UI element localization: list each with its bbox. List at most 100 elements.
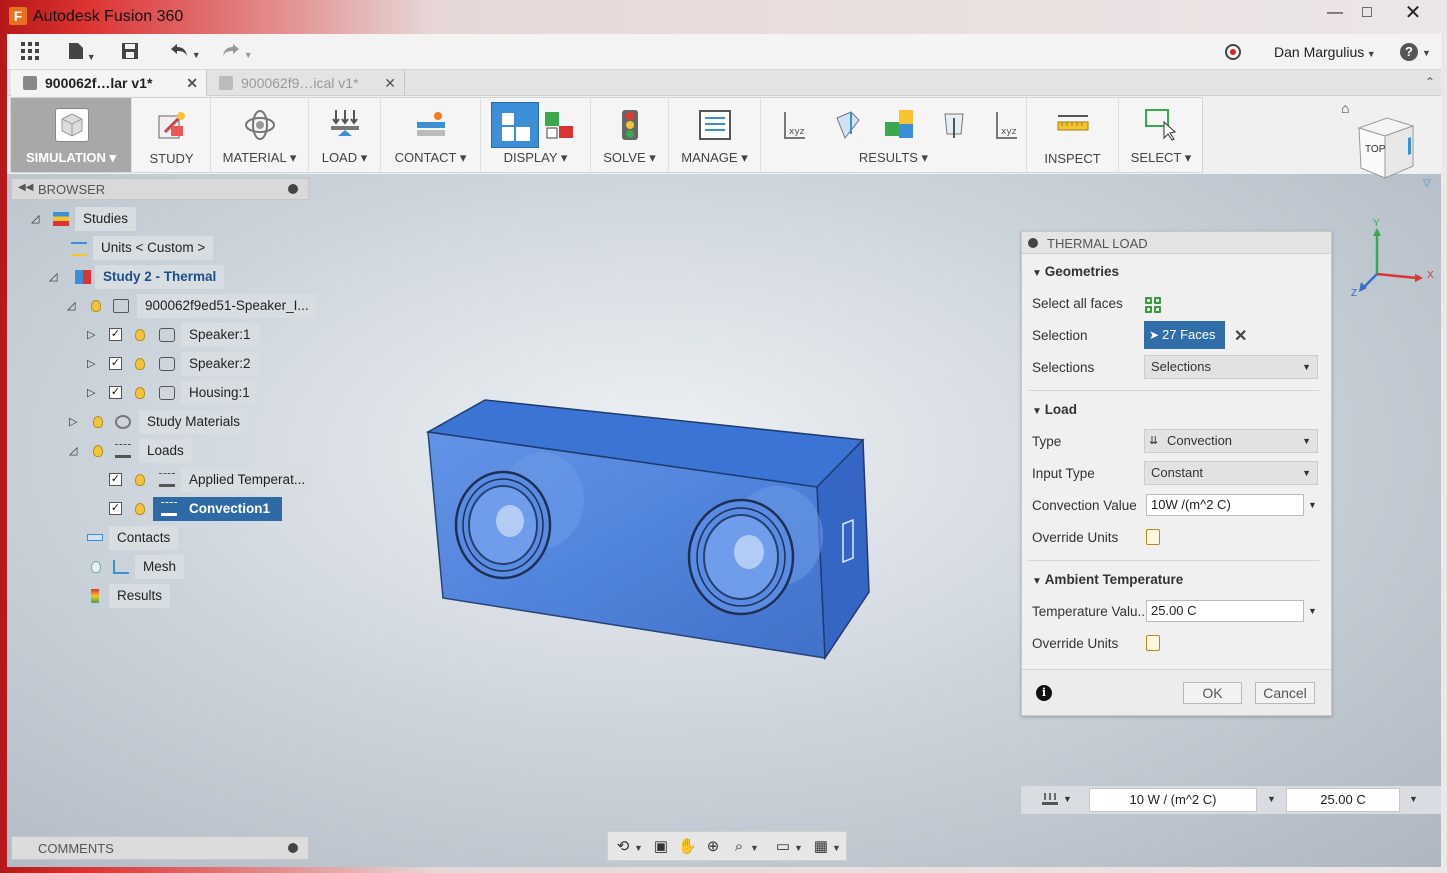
app-grid-icon[interactable] [19,42,41,62]
study-button[interactable]: STUDY [133,98,211,172]
visibility-checkbox[interactable]: ✓ [109,328,122,341]
document-tab-active[interactable]: 900062f…lar v1* ✕ [11,70,207,96]
fit-zoom-icon[interactable]: ⌕ [730,838,748,856]
home-view-icon[interactable]: ⌂ [1341,100,1349,116]
visibility-checkbox[interactable]: ✓ [109,502,122,515]
tree-item-studies[interactable]: ◿ Studies [27,207,137,231]
undo-icon[interactable]: ▼ [165,42,205,62]
visibility-checkbox[interactable]: ✓ [109,473,122,486]
help-dropdown-icon[interactable]: ▼ [1422,48,1431,58]
expand-triangle-icon[interactable]: ▷ [69,417,79,428]
redo-icon[interactable]: ▼ [217,42,257,62]
file-menu-icon[interactable]: ▼ [65,42,99,62]
info-icon[interactable]: i [1036,685,1052,701]
minimize-button[interactable]: — [1320,2,1350,24]
temperature-value-field[interactable]: 25.00 C [1286,788,1400,812]
grid-settings-icon[interactable]: ▦ [812,838,830,856]
help-icon[interactable]: ? [1400,43,1418,61]
temperature-value-input[interactable]: 25.00 C [1146,600,1304,622]
close-tab-icon[interactable]: ✕ [384,70,396,96]
tree-item-component[interactable]: ◿ 900062f9ed51-Speaker_I... [63,294,317,318]
tree-item-housing1[interactable]: ▷ ✓ Housing:1 [83,381,258,405]
results-menu[interactable]: xyz xyz RESULTS ▾ [761,98,1027,172]
tree-item-contacts[interactable]: Contacts [83,526,179,550]
collapse-toolbar-icon[interactable]: ⌃ [1425,75,1435,89]
convection-value-input[interactable]: 10W /(m^2 C) [1146,494,1304,516]
visibility-bulb-off-icon[interactable] [91,561,101,573]
temperature-unit-dropdown-icon[interactable]: ▼ [1308,606,1317,616]
input-type-dropdown[interactable]: Constant ▼ [1144,461,1318,485]
ambient-section-toggle[interactable]: Ambient Temperature [1032,572,1184,587]
override-units-icon[interactable] [1146,529,1160,545]
visibility-bulb-icon[interactable] [93,416,103,428]
selection-button[interactable]: ➤ 27 Faces [1144,321,1225,349]
manage-menu[interactable]: MANAGE ▾ [669,98,761,172]
browser-pin-icon[interactable] [288,184,298,194]
display-menu[interactable]: DISPLAY ▾ [481,98,591,172]
dialog-header[interactable]: THERMAL LOAD [1022,232,1331,254]
expand-triangle-icon[interactable]: ◿ [69,446,79,457]
zoom-icon[interactable]: ⊕ [704,838,722,856]
viewcube-menu-icon[interactable]: ▽ [1423,178,1431,189]
type-dropdown[interactable]: ⇊ Convection ▼ [1144,429,1318,453]
select-all-faces-icon[interactable] [1145,297,1161,313]
save-icon[interactable] [119,42,141,62]
look-at-icon[interactable]: ▣ [652,838,670,856]
load-menu[interactable]: LOAD ▾ [309,98,381,172]
add-comment-icon[interactable] [288,843,298,853]
expand-triangle-icon[interactable]: ▷ [87,330,97,341]
pan-hand-icon[interactable]: ✋ [678,838,697,856]
viewcube[interactable]: TOP [1353,114,1417,182]
tree-item-speaker1[interactable]: ▷ ✓ Speaker:1 [83,323,259,347]
tree-item-study-materials[interactable]: ▷ Study Materials [65,410,249,434]
visibility-bulb-icon[interactable] [91,300,101,312]
expand-triangle-icon[interactable]: ▷ [87,388,97,399]
load-type-dropdown-icon[interactable]: ▼ [1063,794,1072,804]
convection-unit-dropdown-icon[interactable]: ▼ [1308,500,1317,510]
user-account-menu[interactable]: Dan Margulius ▼ [1274,44,1376,60]
display-dropdown-icon[interactable]: ▼ [794,843,803,853]
workspace-switcher[interactable]: SIMULATION ▾ [11,98,132,172]
orbit-icon[interactable]: ⟲ [614,838,632,856]
tree-item-convection1[interactable]: ✓ Convection1 [103,497,283,521]
document-tab[interactable]: 900062f9…ical v1* ✕ [207,70,405,96]
load-section-toggle[interactable]: Load [1032,402,1077,417]
visibility-bulb-icon[interactable] [93,445,103,457]
override-units-icon[interactable] [1146,635,1160,651]
expand-triangle-icon[interactable]: ◿ [49,272,59,283]
tree-item-units[interactable]: Units < Custom > [67,236,214,260]
tree-item-applied-temperature[interactable]: ✓ Applied Temperat... [103,468,314,492]
expand-triangle-icon[interactable]: ◿ [67,301,77,312]
collapse-browser-icon[interactable]: ◀◀ [18,182,33,193]
geometries-section-toggle[interactable]: Geometries [1032,264,1119,279]
browser-panel-header[interactable]: ◀◀ BROWSER [11,178,309,200]
tree-item-speaker2[interactable]: ▷ ✓ Speaker:2 [83,352,259,376]
expand-triangle-icon[interactable]: ◿ [31,214,41,225]
tree-item-loads[interactable]: ◿ Loads [65,439,192,463]
tree-item-results[interactable]: Results [83,584,171,608]
tree-item-mesh[interactable]: Mesh [83,555,185,579]
inspect-menu[interactable]: INSPECT [1027,98,1119,172]
temperature-unit-dropdown-icon[interactable]: ▼ [1409,794,1418,804]
dialog-collapse-icon[interactable] [1028,238,1038,248]
visibility-bulb-icon[interactable] [135,387,145,399]
select-menu[interactable]: SELECT ▾ [1119,98,1203,172]
expand-triangle-icon[interactable]: ▷ [87,359,97,370]
close-window-button[interactable]: ✕ [1398,2,1428,24]
cancel-button[interactable]: Cancel [1255,682,1315,704]
tree-item-study2[interactable]: ◿ Study 2 - Thermal [45,265,225,289]
display-settings-icon[interactable]: ▭ [774,838,792,856]
solve-menu[interactable]: SOLVE ▾ [591,98,669,172]
selections-dropdown[interactable]: Selections ▼ [1144,355,1318,379]
zoom-dropdown-icon[interactable]: ▼ [750,843,759,853]
grid-dropdown-icon[interactable]: ▼ [832,843,841,853]
visibility-bulb-icon[interactable] [135,358,145,370]
close-tab-icon[interactable]: ✕ [186,70,198,96]
visibility-checkbox[interactable]: ✓ [109,357,122,370]
convection-load-icon[interactable] [1041,792,1059,808]
material-menu[interactable]: MATERIAL ▾ [211,98,309,172]
contact-menu[interactable]: CONTACT ▾ [381,98,481,172]
convection-value-field[interactable]: 10 W / (m^2 C) [1089,788,1257,812]
convection-unit-dropdown-icon[interactable]: ▼ [1267,794,1276,804]
visibility-bulb-icon[interactable] [135,503,145,515]
